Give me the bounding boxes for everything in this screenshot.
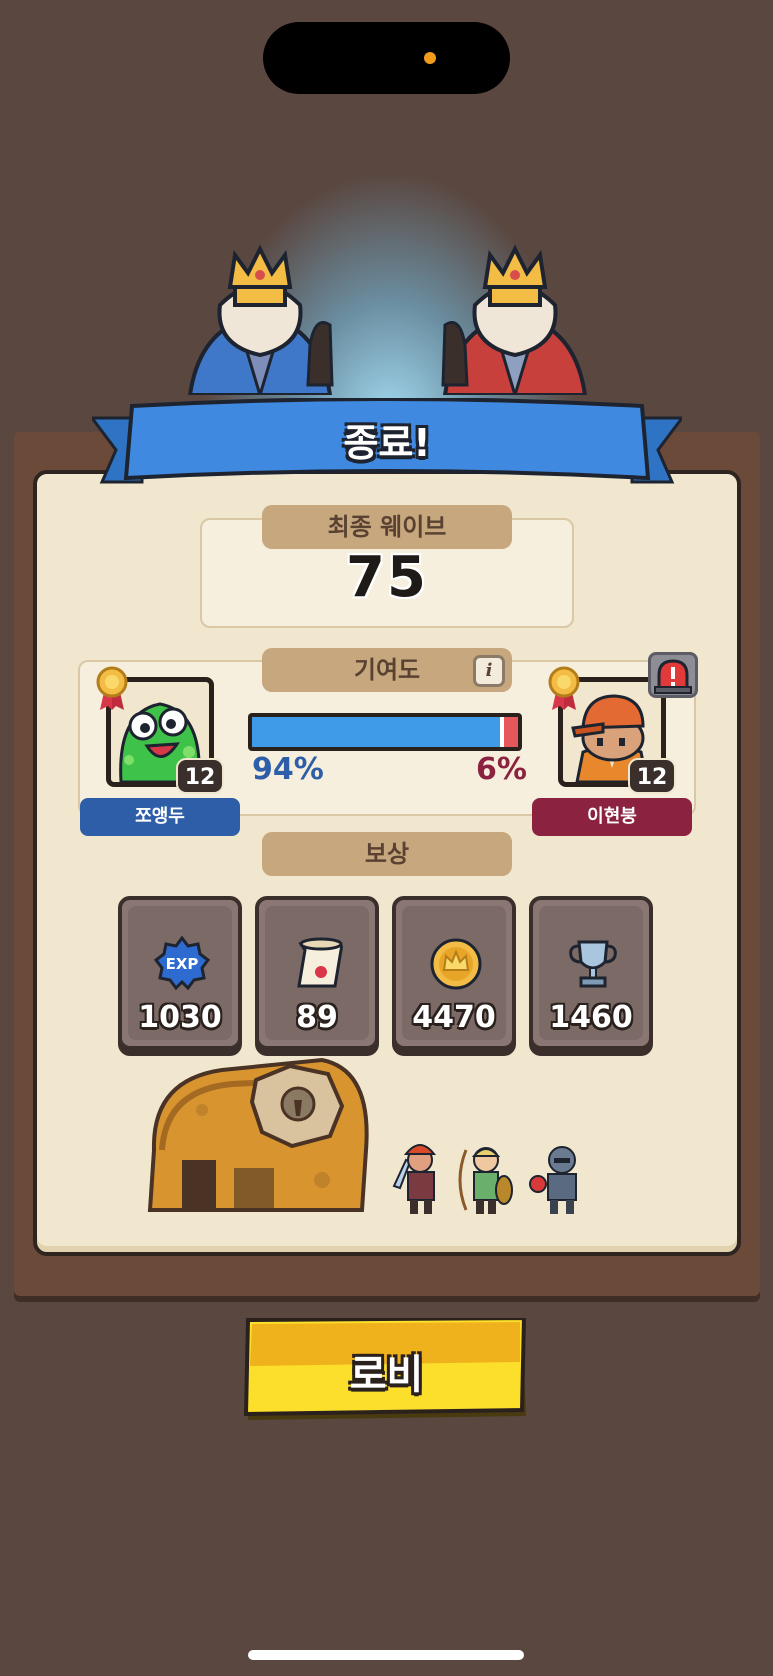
player-left-name: 쪼앵두 <box>80 798 240 836</box>
camera-dot <box>424 52 436 64</box>
left-percent: 94% <box>252 752 324 787</box>
medal-icon <box>548 666 580 710</box>
scroll-icon <box>297 937 343 988</box>
heroes-group-icon <box>392 1144 577 1214</box>
reward-gold-value: 4470 <box>412 1000 496 1035</box>
info-icon[interactable]: i <box>473 655 505 687</box>
final-wave-label: 최종 웨이브 <box>262 505 512 549</box>
page-title: 종료! <box>343 421 431 465</box>
archer-hero-icon <box>458 1147 513 1214</box>
final-wave-value: 75 <box>346 545 428 610</box>
knight-hero-icon <box>529 1146 577 1214</box>
home-indicator[interactable] <box>248 1650 524 1660</box>
treasure-chest-icon <box>147 1057 369 1212</box>
rewards-label: 보상 <box>262 832 512 876</box>
reward-gold: 4470 <box>392 896 516 1050</box>
player-right-level: 12 <box>628 758 676 794</box>
contribution-bar-divider <box>500 717 505 747</box>
reward-trophy: 1460 <box>529 896 653 1050</box>
lobby-button-label[interactable]: 로비 <box>244 1342 529 1400</box>
exp-badge-icon: EXP <box>154 936 210 991</box>
medal-icon <box>96 666 128 710</box>
reward-scroll-value: 89 <box>296 1000 338 1035</box>
contribution-bar-left-fill <box>252 717 503 747</box>
siren-icon <box>654 659 692 694</box>
warrior-hero-icon <box>392 1144 437 1214</box>
right-percent: 6% <box>476 752 527 787</box>
player-right-name: 이현붕 <box>532 798 692 836</box>
player-left-level: 12 <box>176 758 224 794</box>
dynamic-island <box>263 22 510 94</box>
reward-trophy-value: 1460 <box>549 1000 633 1035</box>
trophy-icon <box>569 940 617 988</box>
contribution-bar <box>248 713 522 751</box>
report-button[interactable] <box>648 652 698 698</box>
gold-coin-icon <box>430 938 482 990</box>
reward-exp: EXP 1030 <box>118 896 242 1050</box>
reward-scroll: 89 <box>255 896 379 1050</box>
red-king-icon <box>441 245 588 395</box>
reward-exp-value: 1030 <box>138 1000 222 1035</box>
blue-king-icon <box>187 245 334 395</box>
exp-icon-text: EXP <box>166 955 199 973</box>
